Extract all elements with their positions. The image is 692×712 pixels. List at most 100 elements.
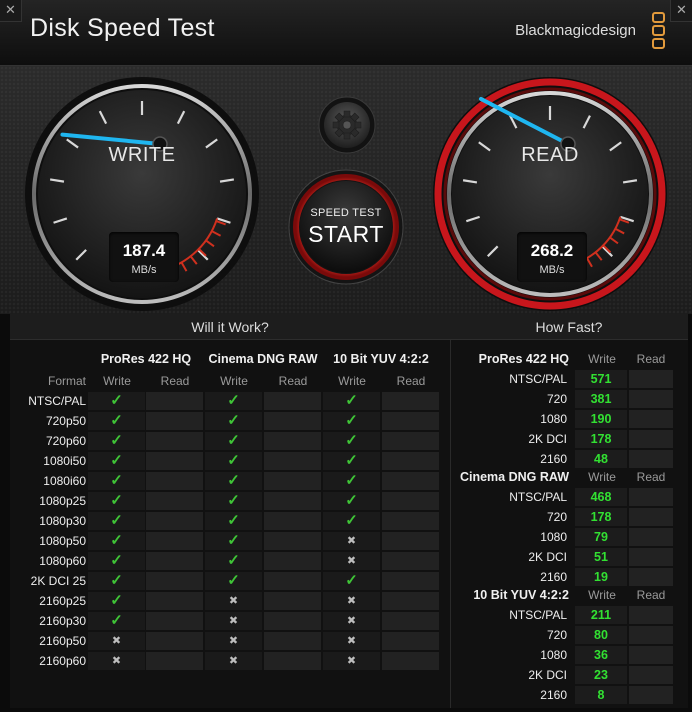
write-speed-value: 187.4 (122, 241, 166, 260)
write-status-cell: ✓ (88, 412, 145, 430)
check-icon: ✓ (227, 512, 240, 529)
check-icon: ✓ (110, 592, 123, 609)
cross-icon: ✖ (346, 615, 357, 627)
how-fast-row-label: 2160 (540, 452, 567, 466)
how-fast-write-value: 19 (575, 568, 627, 586)
how-fast-write-header: Write (588, 470, 616, 484)
check-icon: ✓ (345, 392, 358, 409)
read-speed-value: 268.2 (530, 241, 574, 260)
format-label: 2160p50 (39, 634, 86, 648)
how-fast-write-value: 211 (575, 606, 627, 624)
write-status-cell: ✖ (205, 592, 262, 610)
how-fast-write-value: 8 (575, 686, 627, 704)
read-status-cell (146, 432, 203, 450)
will-it-work-panel: ProRes 422 HQ Write Read Cinema DNG RAW Writ… (10, 340, 450, 708)
read-status-cell (382, 412, 439, 430)
read-status-cell (146, 512, 203, 530)
read-status-cell (264, 532, 321, 550)
write-status-cell: ✓ (88, 392, 145, 410)
codec-read-header: Read (278, 374, 308, 388)
how-fast-row-label: 2K DCI (528, 432, 567, 446)
cross-icon: ✖ (228, 615, 239, 627)
format-label: 1080p60 (39, 554, 86, 568)
close-button[interactable]: ✕ (0, 0, 22, 22)
close-button-right[interactable]: ✕ (670, 0, 692, 22)
write-status-cell: ✓ (88, 532, 145, 550)
read-status-cell (264, 652, 321, 670)
write-status-cell: ✖ (323, 592, 380, 610)
how-fast-write-value: 381 (575, 390, 627, 408)
how-fast-read-header: Read (636, 352, 666, 366)
read-status-cell (264, 432, 321, 450)
write-speed-unit: MB/s (131, 264, 157, 276)
read-status-cell (264, 592, 321, 610)
how-fast-write-value: 36 (575, 646, 627, 664)
write-status-cell: ✓ (323, 392, 380, 410)
format-label: 1080i60 (43, 474, 86, 488)
write-status-cell: ✖ (323, 612, 380, 630)
cross-icon: ✖ (228, 655, 239, 667)
write-status-cell: ✓ (88, 492, 145, 510)
settings-button[interactable] (318, 96, 376, 154)
codec-header: ProRes 422 HQ (100, 352, 192, 366)
write-status-cell: ✖ (323, 552, 380, 570)
check-icon: ✓ (345, 412, 358, 429)
read-status-cell (264, 572, 321, 590)
write-status-cell: ✓ (88, 512, 145, 530)
gear-icon (332, 110, 362, 140)
check-icon: ✓ (110, 492, 123, 509)
read-status-cell (264, 492, 321, 510)
how-fast-write-value: 468 (575, 488, 627, 506)
read-status-cell (146, 392, 203, 410)
read-status-cell (382, 632, 439, 650)
close-icon-right: ✕ (676, 2, 687, 17)
write-status-cell: ✓ (88, 572, 145, 590)
write-status-cell: ✓ (323, 452, 380, 470)
format-label: NTSC/PAL (28, 394, 86, 408)
write-status-cell: ✖ (88, 632, 145, 650)
write-status-cell: ✓ (323, 472, 380, 490)
read-status-cell (146, 532, 203, 550)
codec-read-header: Read (160, 374, 190, 388)
how-fast-group-title: Cinema DNG RAW (459, 470, 569, 484)
check-icon: ✓ (345, 452, 358, 469)
how-fast-read-cell (629, 666, 673, 684)
read-status-cell (146, 612, 203, 630)
cross-icon: ✖ (346, 595, 357, 607)
format-label: 2160p60 (39, 654, 86, 668)
write-status-cell: ✓ (88, 472, 145, 490)
read-status-cell (382, 652, 439, 670)
read-status-cell (264, 512, 321, 530)
read-gauge: READ 268.2 MB/s (432, 76, 668, 312)
how-fast-read-cell (629, 646, 673, 664)
check-icon: ✓ (110, 432, 123, 449)
how-fast-read-cell (629, 430, 673, 448)
write-status-cell: ✓ (88, 452, 145, 470)
read-status-cell (382, 492, 439, 510)
check-icon: ✓ (227, 552, 240, 569)
write-status-cell: ✖ (323, 652, 380, 670)
how-fast-read-cell (629, 370, 673, 388)
write-status-cell: ✓ (205, 492, 262, 510)
cross-icon: ✖ (346, 635, 357, 647)
write-status-cell: ✓ (205, 472, 262, 490)
check-icon: ✓ (227, 432, 240, 449)
check-icon: ✓ (227, 532, 240, 549)
how-fast-read-cell (629, 626, 673, 644)
write-status-cell: ✓ (205, 412, 262, 430)
how-fast-read-cell (629, 508, 673, 526)
read-status-cell (264, 412, 321, 430)
read-status-cell (382, 472, 439, 490)
how-fast-write-value: 51 (575, 548, 627, 566)
format-label: 2160p30 (39, 614, 86, 628)
format-label: 720p50 (45, 414, 86, 428)
write-status-cell: ✓ (323, 492, 380, 510)
write-status-cell: ✓ (205, 572, 262, 590)
write-gauge-label: WRITE (108, 144, 176, 166)
how-fast-panel: ProRes 422 HQ Write Read NTSC/PAL 571 720 381 1… (450, 340, 688, 708)
how-fast-row-label: 2K DCI (528, 668, 567, 682)
check-icon: ✓ (110, 612, 123, 629)
read-status-cell (264, 392, 321, 410)
read-status-cell (146, 652, 203, 670)
how-fast-group-title: 10 Bit YUV 4:2:2 (473, 588, 569, 602)
